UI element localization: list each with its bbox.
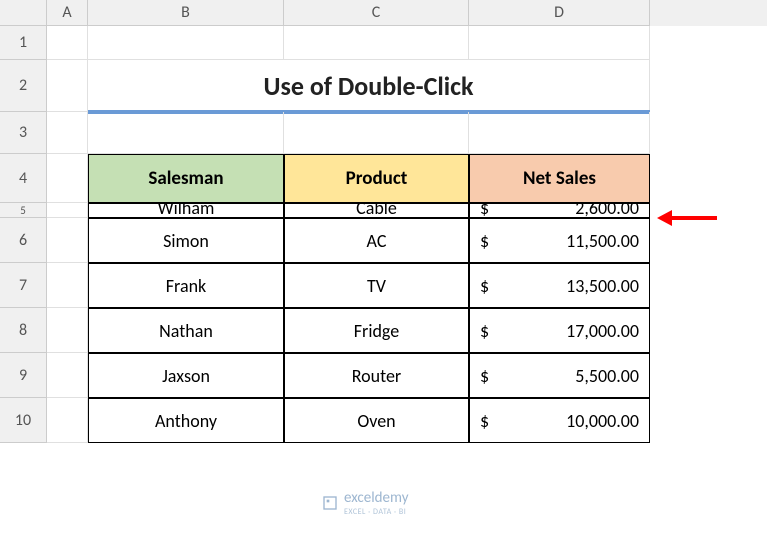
watermark-tagline: EXCEL · DATA · BI (344, 507, 408, 517)
cell-sales-8[interactable]: $ 17,000.00 (469, 308, 650, 353)
cell-sales-7[interactable]: $ 13,500.00 (469, 263, 650, 308)
row-header-9[interactable]: 9 (0, 353, 47, 398)
arrow-line (672, 216, 717, 220)
row-header-2[interactable]: 2 (0, 60, 47, 112)
watermark-icon (322, 495, 338, 511)
cell-c3[interactable] (284, 112, 469, 154)
cell-c1[interactable] (284, 26, 469, 60)
sales-value: 17,000.00 (566, 320, 639, 342)
row-header-7[interactable]: 7 (0, 263, 47, 308)
cell-a5[interactable] (47, 203, 88, 218)
row-header-5[interactable]: 5 (0, 203, 47, 218)
cell-a3[interactable] (47, 112, 88, 154)
watermark-brand: exceldemy (344, 489, 408, 507)
spreadsheet-grid: Use of Double-Click Salesman Product Net… (47, 26, 767, 541)
row-header-3[interactable]: 3 (0, 112, 47, 154)
col-header-d[interactable]: D (469, 0, 650, 26)
sales-value: 13,500.00 (566, 275, 639, 297)
sales-value: 2,600.00 (575, 203, 639, 217)
cell-salesman-9[interactable]: Jaxson (88, 353, 284, 398)
col-header-a[interactable]: A (47, 0, 88, 26)
cell-a9[interactable] (47, 353, 88, 398)
cell-d1[interactable] (469, 26, 650, 60)
cell-sales-6[interactable]: $ 11,500.00 (469, 218, 650, 263)
cell-sales-5[interactable]: $ 2,600.00 (469, 203, 650, 218)
cell-salesman-5[interactable]: Wilham (88, 203, 284, 218)
row-header-8[interactable]: 8 (0, 308, 47, 353)
row-header-1[interactable]: 1 (0, 26, 47, 60)
row-header-4[interactable]: 4 (0, 154, 47, 203)
col-header-b[interactable]: B (88, 0, 284, 26)
row-header-10[interactable]: 10 (0, 398, 47, 443)
arrow-head-icon (657, 210, 672, 226)
title-cell[interactable]: Use of Double-Click (88, 60, 650, 112)
title-text: Use of Double-Click (264, 70, 474, 102)
cell-product-9[interactable]: Router (284, 353, 469, 398)
cell-sales-10[interactable]: $ 10,000.00 (469, 398, 650, 443)
cell-a7[interactable] (47, 263, 88, 308)
col-header-c[interactable]: C (284, 0, 469, 26)
row-headers: 1 2 3 4 5 6 7 8 9 10 (0, 26, 47, 443)
cell-product-8[interactable]: Fridge (284, 308, 469, 353)
cell-product-7[interactable]: TV (284, 263, 469, 308)
cell-a10[interactable] (47, 398, 88, 443)
annotation-arrow (657, 210, 717, 226)
currency-symbol: $ (480, 320, 489, 342)
cell-a6[interactable] (47, 218, 88, 263)
cell-product-5[interactable]: Cable (284, 203, 469, 218)
select-all-corner[interactable] (0, 0, 47, 26)
sales-value: 10,000.00 (566, 410, 639, 432)
cell-salesman-7[interactable]: Frank (88, 263, 284, 308)
header-salesman[interactable]: Salesman (88, 154, 284, 203)
cell-product-6[interactable]: AC (284, 218, 469, 263)
currency-symbol: $ (480, 230, 489, 252)
cell-salesman-10[interactable]: Anthony (88, 398, 284, 443)
cell-product-10[interactable]: Oven (284, 398, 469, 443)
header-product[interactable]: Product (284, 154, 469, 203)
sales-value: 5,500.00 (575, 365, 639, 387)
row-header-6[interactable]: 6 (0, 218, 47, 263)
cell-a4[interactable] (47, 154, 88, 203)
cell-a8[interactable] (47, 308, 88, 353)
column-headers: A B C D (47, 0, 767, 26)
cell-b3[interactable] (88, 112, 284, 154)
cell-salesman-6[interactable]: Simon (88, 218, 284, 263)
cell-salesman-8[interactable]: Nathan (88, 308, 284, 353)
cell-a2[interactable] (47, 60, 88, 112)
currency-symbol: $ (480, 365, 489, 387)
header-netsales[interactable]: Net Sales (469, 154, 650, 203)
cell-a1[interactable] (47, 26, 88, 60)
cell-sales-9[interactable]: $ 5,500.00 (469, 353, 650, 398)
cell-d3[interactable] (469, 112, 650, 154)
sales-value: 11,500.00 (566, 230, 639, 252)
currency-symbol: $ (480, 275, 489, 297)
watermark: exceldemy EXCEL · DATA · BI (322, 489, 408, 517)
currency-symbol: $ (480, 203, 489, 217)
cell-b1[interactable] (88, 26, 284, 60)
currency-symbol: $ (480, 410, 489, 432)
